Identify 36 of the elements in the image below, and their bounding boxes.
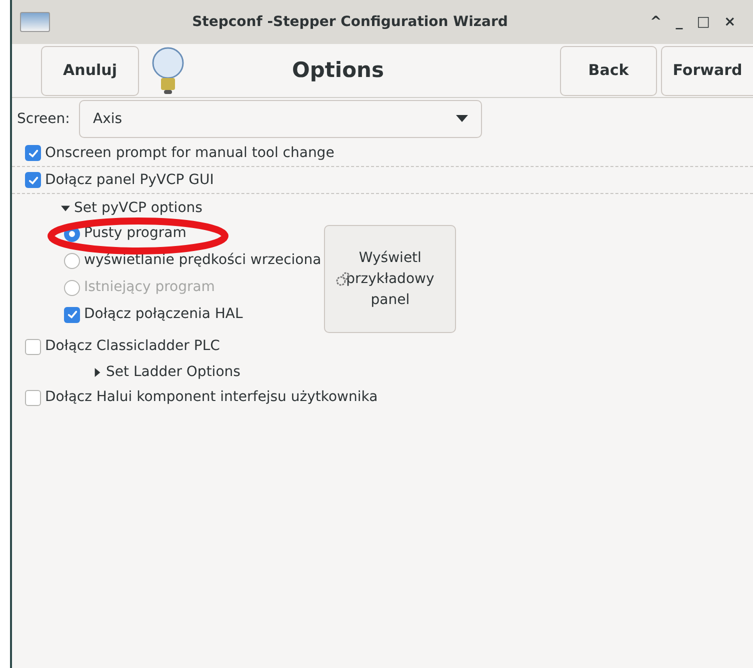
dropdown-arrow-icon (456, 115, 468, 123)
checkbox[interactable] (25, 390, 41, 406)
window-control[interactable]: □ (696, 12, 710, 32)
cancel-button[interactable]: Anuluj (41, 46, 139, 96)
radio-button[interactable] (64, 252, 80, 268)
checkbox-label: Onscreen prompt for manual tool change (45, 144, 334, 162)
check-mark-icon (66, 309, 78, 320)
checkbox-label: Dołącz połączenia HAL (84, 305, 243, 324)
radio-label: wyświetlanie prędkości wrzeciona (84, 251, 322, 270)
checkbox[interactable] (25, 145, 41, 161)
window-control[interactable]: ^ (650, 12, 662, 32)
preview-panel-button[interactable]: Wyświetl przykładowy panel (324, 225, 456, 333)
radio-label: Pusty program (84, 224, 186, 243)
window-control[interactable]: _ (676, 12, 683, 32)
window-control[interactable]: × (724, 12, 736, 32)
checkbox[interactable] (64, 306, 80, 322)
forward-button[interactable]: Forward (661, 46, 753, 96)
checkbox[interactable] (25, 338, 41, 354)
collapsed-triangle-icon[interactable] (93, 368, 102, 376)
check-mark-icon (28, 174, 38, 186)
back-button[interactable]: Back (560, 46, 657, 96)
checkbox-label: Dołącz panel PyVCP GUI (45, 170, 214, 190)
check-mark-icon (28, 148, 38, 158)
expanded-triangle-icon[interactable] (61, 204, 70, 212)
checkbox[interactable] (25, 172, 41, 188)
window-icon (20, 12, 50, 32)
light-bulb-icon (150, 46, 186, 96)
checkbox-label: Dołącz Classicladder PLC (45, 337, 220, 356)
checkbox-label: Dołącz Halui komponent interfejsu użytkownika (45, 388, 378, 407)
screen-label: Screen: (17, 110, 71, 128)
screen-dropdown[interactable]: Axis (79, 100, 482, 138)
radio-label: Istniejący program (84, 278, 215, 297)
page-title: Options (291, 56, 385, 84)
expander-label[interactable]: Set pyVCP options (74, 198, 202, 218)
window-title: Stepconf -Stepper Configuration Wizard (191, 12, 509, 32)
expander-label[interactable]: Set Ladder Options (106, 362, 240, 382)
